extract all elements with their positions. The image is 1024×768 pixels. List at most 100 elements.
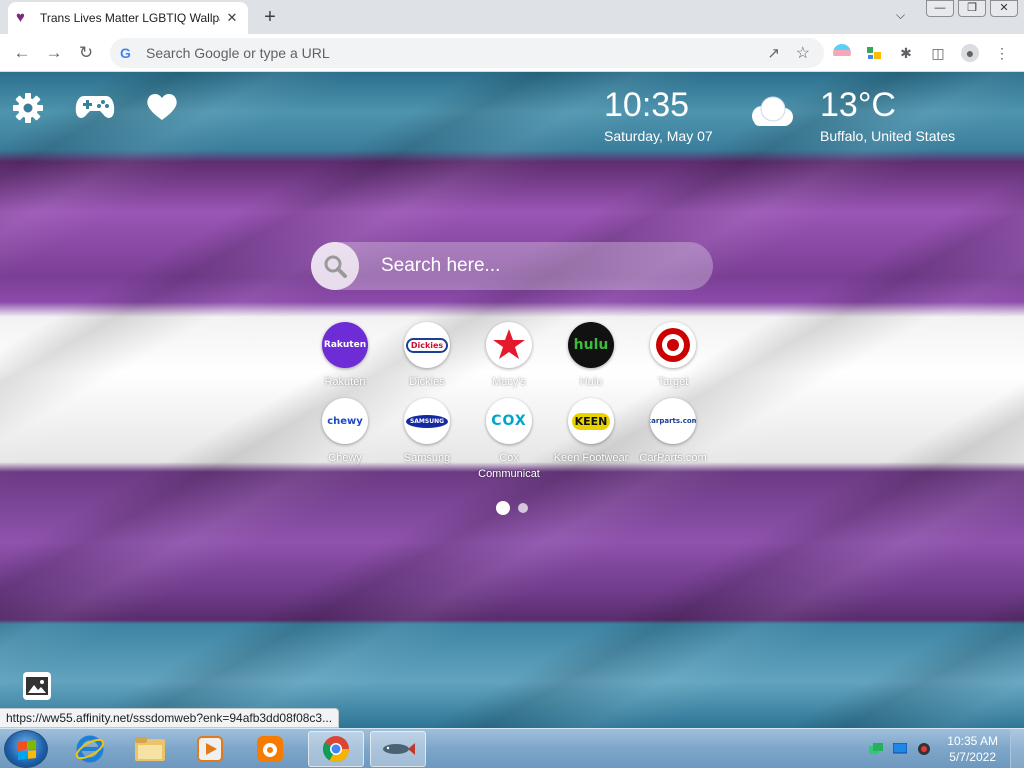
target-bullseye-icon: [650, 322, 696, 368]
tile-label: Rakuten: [324, 376, 366, 388]
tab-title: Trans Lives Matter LGBTIQ Wallpa: [40, 11, 220, 25]
weather-widget[interactable]: 13°C Buffalo, United States: [820, 86, 955, 144]
minimize-button[interactable]: —: [926, 0, 954, 17]
tile-target[interactable]: Target: [632, 322, 714, 390]
taskbar-media-player[interactable]: [182, 731, 238, 767]
taskbar-internet-explorer[interactable]: [62, 731, 118, 767]
settings-gear-icon[interactable]: [12, 92, 44, 130]
folder-icon: [135, 737, 165, 761]
macys-star-icon: [486, 322, 532, 368]
keen-logo-icon: KEEN: [568, 398, 614, 444]
tile-label: Cox Communicat: [478, 452, 540, 480]
clock-widget: 10:35 Saturday, May 07: [604, 86, 713, 144]
back-arrow-icon[interactable]: ←: [10, 42, 34, 64]
samsung-logo-icon: SAMSUNG: [404, 398, 450, 444]
change-background-image-icon[interactable]: [23, 672, 51, 700]
profile-avatar-icon[interactable]: ●: [961, 44, 979, 62]
tile-pagination: [496, 501, 528, 515]
link-status-bubble: https://ww55.affinity.net/sssdomweb?enk=…: [0, 708, 340, 728]
tile-carparts[interactable]: carparts.com CarParts.com: [632, 398, 714, 482]
shortcut-tiles: Rakuten Rakuten Dickies Dickies Macy's h…: [304, 322, 724, 482]
close-window-button[interactable]: ✕: [990, 0, 1018, 17]
search-input[interactable]: [381, 255, 681, 277]
taskbar-file-explorer[interactable]: [122, 731, 178, 767]
tile-label: Chewy: [328, 452, 362, 464]
google-g-icon: G: [120, 45, 131, 61]
tile-hulu[interactable]: hulu Hulu: [550, 322, 632, 390]
new-tab-page: 10:35 Saturday, May 07 13°C Buffalo, Uni…: [0, 72, 1024, 728]
tile-label: Samsung: [403, 452, 451, 464]
chewy-logo-icon: chewy: [322, 398, 368, 444]
windows-logo-icon: [18, 740, 36, 760]
active-tab[interactable]: ♥ Trans Lives Matter LGBTIQ Wallpa ✕: [8, 2, 248, 34]
address-bar[interactable]: G Search Google or type a URL ↗ ☆: [110, 38, 824, 68]
browser-toolbar: ← → ↻ G Search Google or type a URL ↗ ☆ …: [0, 34, 1024, 72]
tab-strip: ♥ Trans Lives Matter LGBTIQ Wallpa ✕ + ⌵…: [0, 0, 1024, 34]
tab-close-icon[interactable]: ✕: [224, 10, 240, 26]
network-icon: [869, 743, 884, 754]
restore-button[interactable]: ❐: [958, 0, 986, 17]
carparts-logo-icon: carparts.com: [650, 398, 696, 444]
volume-icon: [918, 743, 931, 755]
tile-label: Keen Footwear: [553, 452, 629, 464]
taskbar-clock[interactable]: 10:35 AM 5/7/2022: [947, 733, 998, 765]
weather-temperature: 13°C: [820, 86, 896, 124]
reload-icon[interactable]: ↻: [74, 42, 98, 64]
tab-search-chevron-icon[interactable]: ⌵: [896, 8, 905, 23]
trans-flag-extension-icon[interactable]: [833, 44, 851, 62]
tile-dickies[interactable]: Dickies Dickies: [386, 322, 468, 390]
tile-label: Macy's: [492, 376, 526, 388]
tile-rakuten[interactable]: Rakuten Rakuten: [304, 322, 386, 390]
address-placeholder: Search Google or type a URL: [146, 45, 330, 61]
system-tray: 10:35 AM 5/7/2022: [869, 729, 1024, 768]
browser-menu-icon[interactable]: ⋮: [993, 44, 1011, 62]
media-player-icon: [197, 736, 223, 762]
uc-browser-icon: [257, 736, 283, 762]
search-icon: [324, 255, 347, 278]
tile-label: Hulu: [579, 376, 603, 388]
tile-samsung[interactable]: SAMSUNG Samsung: [386, 398, 468, 482]
tile-chewy[interactable]: chewy Chewy: [304, 398, 386, 482]
forward-arrow-icon[interactable]: →: [42, 42, 66, 64]
tile-label: Dickies: [409, 376, 445, 388]
extension-colorful-icon[interactable]: [865, 44, 883, 62]
heart-favorites-icon[interactable]: [146, 92, 178, 128]
windows-taskbar: 10:35 AM 5/7/2022: [0, 728, 1024, 768]
new-tab-button[interactable]: +: [258, 6, 282, 28]
internet-explorer-icon: [75, 735, 105, 763]
fish-icon: [383, 743, 415, 755]
page-dot-1[interactable]: [496, 501, 510, 515]
extensions-puzzle-icon[interactable]: ✱: [897, 44, 915, 62]
taskbar-fish-app[interactable]: [370, 731, 426, 767]
cox-logo-icon: COX: [486, 398, 532, 444]
hulu-logo-icon: hulu: [568, 322, 614, 368]
rakuten-logo-icon: Rakuten: [322, 322, 368, 368]
tile-macys[interactable]: Macy's: [468, 322, 550, 390]
taskbar-uc-browser[interactable]: [242, 731, 298, 767]
page-dot-2[interactable]: [518, 503, 528, 513]
cloud-icon: [746, 94, 796, 132]
window-controls: — ❐ ✕: [926, 0, 1018, 17]
dickies-logo-icon: Dickies: [404, 322, 450, 368]
tile-cox[interactable]: COX Cox Communicat: [468, 398, 550, 482]
tile-label: CarParts.com: [639, 452, 707, 464]
weather-location: Buffalo, United States: [820, 128, 956, 144]
chrome-icon: [322, 736, 350, 763]
bookmark-star-icon[interactable]: ☆: [796, 43, 810, 63]
show-desktop-button[interactable]: [1010, 729, 1024, 768]
tile-label: Target: [657, 376, 689, 388]
search-box: [311, 242, 713, 290]
gamepad-icon[interactable]: [74, 92, 116, 128]
clock-date: Saturday, May 07: [604, 128, 713, 144]
clock-time: 10:35: [604, 86, 690, 124]
taskbar-time: 10:35 AM: [947, 734, 998, 748]
taskbar-chrome[interactable]: [308, 731, 364, 767]
tile-keen[interactable]: KEEN Keen Footwear: [550, 398, 632, 482]
search-button[interactable]: [311, 242, 359, 290]
start-button[interactable]: [4, 730, 48, 768]
display-icon: [893, 743, 908, 754]
taskbar-date: 5/7/2022: [949, 750, 996, 764]
share-icon[interactable]: ↗: [767, 44, 780, 62]
side-panel-icon[interactable]: ◫: [929, 44, 947, 62]
heart-favicon-icon: ♥: [16, 9, 25, 26]
